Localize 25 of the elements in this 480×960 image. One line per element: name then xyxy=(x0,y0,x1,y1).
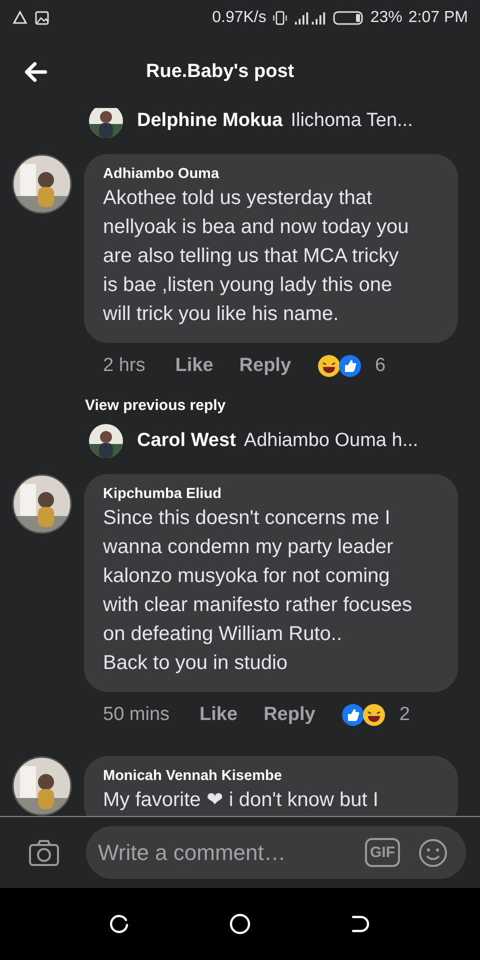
clock: 2:07 PM xyxy=(408,9,468,27)
reply-link[interactable]: Reply xyxy=(264,704,316,726)
comment-text: Akothee told us yesterday that nellyoak is bea and now today you are also telling us that MCA tricky is bae ,listen young lady this one will trick you like his name. xyxy=(103,186,410,327)
reaction-count: 6 xyxy=(375,355,386,377)
comment-text: Since this doesn't concerns me I wanna condemn my party leader kalonzo musyoka for not coming with clear manifesto rather focuses on defeating William Ruto.. Back to you in studio xyxy=(103,506,414,676)
comment-time: 50 mins xyxy=(103,704,170,726)
like-link[interactable]: Like xyxy=(200,704,238,726)
reaction-count: 2 xyxy=(399,704,410,726)
reply-snippet[interactable]: Adhiambo Ouma h... xyxy=(244,430,418,452)
view-previous-reply-link[interactable]: View previous reply xyxy=(85,397,226,414)
battery-percent: 23% xyxy=(370,9,402,27)
comment-author[interactable]: Monicah Vennah Kisembe xyxy=(103,768,418,784)
gif-button[interactable]: GIF xyxy=(365,838,400,867)
comment-author[interactable]: Kipchumba Eliud xyxy=(103,486,418,502)
network-speed: 0.97K/s xyxy=(212,9,266,27)
reply-author[interactable]: Delphine Mokua xyxy=(137,110,283,132)
comment-input-field[interactable]: Write a comment… GIF xyxy=(86,826,466,879)
post-title: Rue.Baby's post xyxy=(146,61,294,83)
like-link[interactable]: Like xyxy=(175,355,214,377)
comment-author[interactable]: Adhiambo Ouma xyxy=(103,166,418,182)
reply-snippet[interactable]: Ilichoma Ten... xyxy=(290,110,413,132)
comment-time: 2 hrs xyxy=(103,355,146,377)
reply-author[interactable]: Carol West xyxy=(137,430,236,452)
comment-text: My favorite ❤ i don't know but I xyxy=(103,788,380,813)
reply-link[interactable]: Reply xyxy=(239,355,292,377)
